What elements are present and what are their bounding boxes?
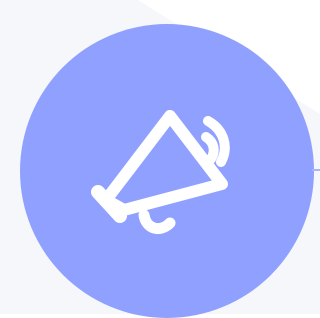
edge-accent-line [312, 169, 320, 171]
megaphone-icon [91, 110, 230, 235]
